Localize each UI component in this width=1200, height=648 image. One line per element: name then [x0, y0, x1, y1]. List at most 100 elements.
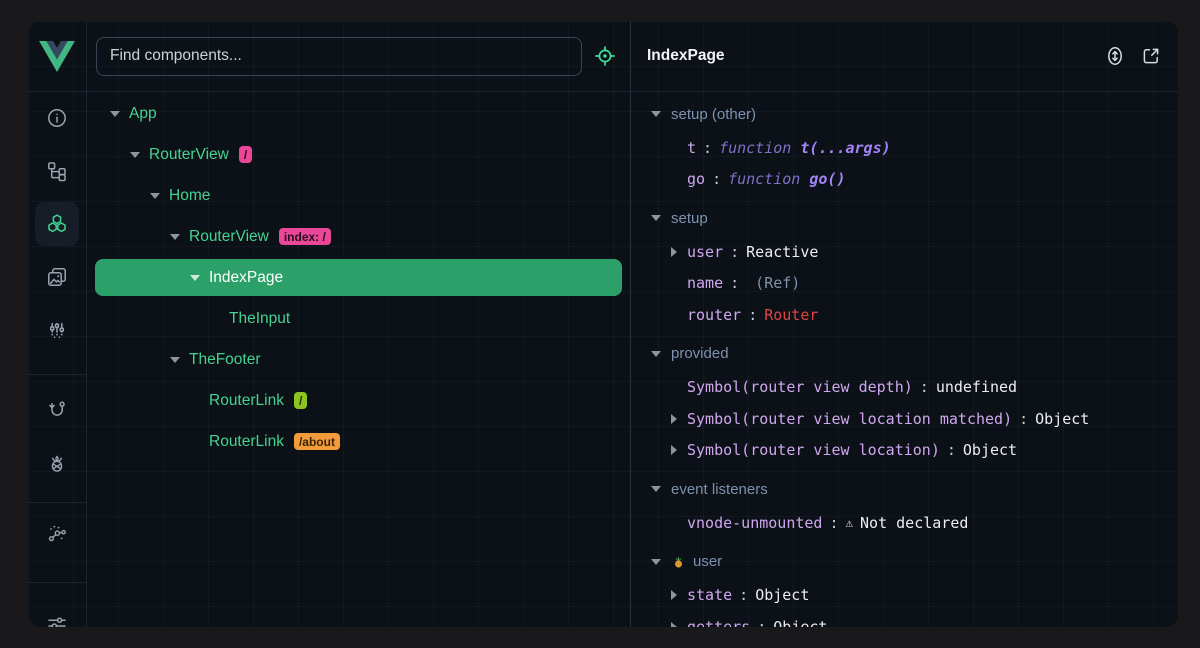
- sidebar-divider: [28, 502, 86, 503]
- state-section-label: provided: [671, 345, 729, 362]
- key-value-separator: :: [757, 618, 766, 627]
- state-section-header[interactable]: user: [631, 544, 1178, 580]
- state-value: Router: [764, 306, 818, 324]
- vue-logo-icon: [39, 41, 75, 72]
- state-value: Object: [1035, 410, 1089, 428]
- expander-icon[interactable]: [110, 111, 120, 117]
- tree-row[interactable]: RouterLink/about: [87, 421, 630, 462]
- route-badge: /: [239, 146, 252, 163]
- sidebar-item-assets[interactable]: [35, 255, 79, 299]
- tree-row[interactable]: RouterLink /: [87, 380, 630, 421]
- expander-icon[interactable]: [671, 622, 677, 627]
- state-section-label: setup: [671, 210, 708, 227]
- inspector-pane: IndexPage: [631, 21, 1178, 627]
- components-toolbar: [28, 21, 630, 92]
- state-key: state: [687, 586, 732, 604]
- state-section-header[interactable]: event listeners: [631, 471, 1178, 507]
- component-name: TheFooter: [189, 351, 261, 369]
- state-row[interactable]: user:Reactive: [631, 236, 1178, 268]
- state-row[interactable]: Symbol(router view location matched):Obj…: [631, 403, 1178, 435]
- tree-row[interactable]: IndexPage: [95, 259, 622, 296]
- state-section-label: event listeners: [671, 481, 768, 498]
- sidebar-item-settings[interactable]: [35, 601, 79, 627]
- inspector-header: IndexPage: [631, 21, 1178, 92]
- state-row[interactable]: vnode-unmounted:⚠Not declared: [631, 507, 1178, 539]
- state-key: getters: [687, 618, 750, 627]
- state-row[interactable]: go:function go(): [631, 164, 1178, 196]
- expander-icon[interactable]: [190, 275, 200, 281]
- sidebar-item-pages[interactable]: [35, 149, 79, 193]
- inspect-component-button[interactable]: [594, 45, 616, 67]
- state-section-header[interactable]: provided: [631, 336, 1178, 372]
- expander-icon[interactable]: [671, 414, 677, 424]
- key-value-separator: :: [712, 170, 721, 188]
- tree-row[interactable]: Home: [87, 175, 630, 216]
- vue-devtools-window: App RouterView / HomeRouterViewindex: / Inde…: [28, 21, 1178, 627]
- sidebar-item-pinia[interactable]: [35, 441, 79, 485]
- route-badge: /: [294, 392, 307, 409]
- tree-row[interactable]: App: [87, 93, 630, 134]
- components-pane: App RouterView / HomeRouterViewindex: / Inde…: [28, 21, 630, 627]
- state-row[interactable]: state:Object: [631, 580, 1178, 612]
- target-crosshair-icon: [594, 45, 616, 67]
- state-section-label: setup (other): [671, 106, 756, 123]
- expander-icon[interactable]: [651, 351, 661, 357]
- component-name: IndexPage: [209, 269, 283, 287]
- state-value: (Ref): [746, 274, 800, 292]
- expander-icon[interactable]: [671, 445, 677, 455]
- inspector-title: IndexPage: [647, 47, 1105, 65]
- expander-icon[interactable]: [130, 152, 140, 158]
- expander-icon[interactable]: [150, 193, 160, 199]
- expander-icon[interactable]: [671, 590, 677, 600]
- state-value: go(): [809, 170, 845, 188]
- search-input[interactable]: [96, 37, 582, 76]
- expander-icon[interactable]: [170, 234, 180, 240]
- state-section-header[interactable]: setup (other): [631, 96, 1178, 132]
- graph-nodes-icon: [46, 522, 68, 544]
- state-row[interactable]: t:function t(...args): [631, 132, 1178, 164]
- tree-row[interactable]: TheFooter: [87, 339, 630, 380]
- state-key: go: [687, 170, 705, 188]
- pinia-store-icon: [671, 554, 686, 569]
- route-badge: /about: [294, 433, 340, 450]
- state-key: user: [687, 243, 723, 261]
- state-row[interactable]: Symbol(router view location):Object: [631, 435, 1178, 467]
- state-value: Object: [755, 586, 809, 604]
- sidebar-item-timeline[interactable]: [35, 308, 79, 352]
- sidebar: [28, 92, 87, 627]
- pineapple-icon: [46, 452, 68, 474]
- state-section-label: user: [693, 553, 722, 570]
- key-value-separator: :: [730, 274, 739, 292]
- state-row[interactable]: Symbol(router view depth):undefined: [631, 372, 1178, 404]
- state-row[interactable]: name: (Ref): [631, 268, 1178, 300]
- expander-icon[interactable]: [651, 215, 661, 221]
- sidebar-item-components[interactable]: [35, 202, 79, 246]
- tree-row[interactable]: RouterViewindex: /: [87, 216, 630, 257]
- tree-row[interactable]: RouterView /: [87, 134, 630, 175]
- mixer-icon: [46, 319, 68, 341]
- state-row[interactable]: router:Router: [631, 299, 1178, 331]
- state-key: t: [687, 139, 696, 157]
- expander-icon[interactable]: [671, 247, 677, 257]
- sidebar-item-overview[interactable]: [35, 96, 79, 140]
- search-area: [87, 21, 630, 91]
- expander-icon[interactable]: [651, 111, 661, 117]
- component-name: RouterLink: [209, 392, 284, 410]
- state-section-header[interactable]: setup: [631, 200, 1178, 236]
- state-row[interactable]: getters:Object: [631, 611, 1178, 627]
- sliders-icon: [46, 612, 68, 627]
- sidebar-item-router[interactable]: [35, 388, 79, 432]
- scroll-to-component-button[interactable]: [1105, 45, 1125, 67]
- open-in-editor-button[interactable]: [1140, 45, 1162, 67]
- sidebar-item-graph[interactable]: [35, 511, 79, 555]
- state-key: vnode-unmounted: [687, 514, 822, 532]
- expander-icon[interactable]: [651, 559, 661, 565]
- component-name: TheInput: [229, 310, 290, 328]
- state-value: Reactive: [746, 243, 818, 261]
- images-icon: [46, 266, 68, 288]
- scroll-to-component-icon: [1105, 45, 1125, 67]
- expander-icon[interactable]: [651, 486, 661, 492]
- component-name: RouterView: [149, 146, 229, 164]
- expander-icon[interactable]: [170, 357, 180, 363]
- tree-row[interactable]: TheInput: [87, 298, 630, 339]
